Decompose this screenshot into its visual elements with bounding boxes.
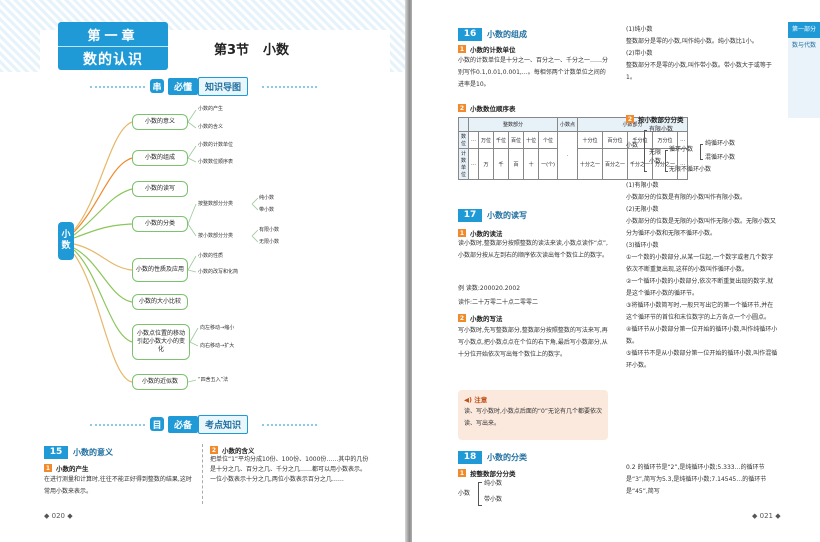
example-text: 0.2̇ 的循环节是“2”,是纯循环小数;5.333…的循环节是“3”,简写为5… xyxy=(626,464,767,495)
mindmap-leaf: 向右移动→扩大 xyxy=(200,343,235,349)
mindmap-leaf: “四舍五入”法 xyxy=(198,377,229,383)
section-17-title: 17 小数的读写 xyxy=(458,208,527,222)
page-number: ◆ 020 ◆ xyxy=(44,512,73,520)
subsection-title: 1 小数的计数单位 xyxy=(458,45,516,54)
mindmap-leaf: 小数的性质 xyxy=(198,253,224,259)
branch-decimal-meaning: 小数的意义 xyxy=(132,114,188,130)
section-15-title: 15 小数的意义 xyxy=(44,445,113,459)
body-text: 在进行测量和计算时,往往不能正好得到整数的结果,这时常用小数来表示。 xyxy=(44,476,192,495)
body-text: 写小数时,先写整数部分,整数部分按照整数的写法来写,再写小数点,把小数点点在个位… xyxy=(458,327,608,358)
class-leaf: 纯循环小数 xyxy=(705,140,736,147)
class-leaf: 混循环小数 xyxy=(705,154,736,161)
mindmap-leaf: 有限小数 xyxy=(259,227,280,233)
body-text: 读小数时,整数部分按照整数的读法来读,小数点读作“点”,小数部分按从左到右的顺序… xyxy=(458,240,609,259)
book-spread: 第一章 数的认识 第3节 小数 串 必懂 知识导图 小数 小数的意义 小数的组成 … xyxy=(0,0,820,542)
branch-decimal-approx: 小数的近似数 xyxy=(132,374,188,390)
subsection-title: 1 按整数部分分类 xyxy=(458,469,516,478)
mindmap-leaf: 无限小数 xyxy=(259,239,280,245)
note-text: 读、写小数时,小数点后面的“0”无论有几个都要依次读、写出来。 xyxy=(464,408,602,427)
class-leaf: 有限小数 xyxy=(649,126,674,133)
left-page: 第一章 数的认识 第3节 小数 串 必懂 知识导图 小数 小数的意义 小数的组成 … xyxy=(0,0,408,542)
section-16-title: 16 小数的组成 xyxy=(458,27,527,41)
branch-decimal-composition: 小数的组成 xyxy=(132,150,188,166)
page-number: ◆ 021 ◆ xyxy=(752,512,781,520)
mindmap-root: 小数 xyxy=(58,222,74,260)
branch-decimal-properties: 小数的性质及应用 xyxy=(132,258,188,282)
subsection-title: 2 小数数位顺序表 xyxy=(458,104,516,113)
class-leaf: 带小数 xyxy=(484,496,503,503)
body-text: (1)有限小数 小数部分的位数是有限的小数叫作有限小数。 (2)无限小数 小数部… xyxy=(626,182,778,369)
class-root: 小数 xyxy=(626,142,639,149)
book-icon: 目 xyxy=(150,417,164,431)
body-text: 小数的计数单位是十分之一、百分之一、千分之一……分别写作0.1,0.01,0.0… xyxy=(458,57,609,88)
class-leaf: 无限不循环小数 xyxy=(669,166,712,173)
example-answer: 读作:二十万零二十点二零零二 xyxy=(458,299,539,306)
mindmap-leaf: 小数的改写和化简 xyxy=(198,269,239,275)
class-leaf: 循环小数 xyxy=(669,146,694,153)
key-points-banner: 目 必备 考点知识 xyxy=(150,414,249,434)
class-leaf: 无限小数 xyxy=(649,149,662,165)
mindmap-leaf: 向左移动→缩小 xyxy=(200,325,235,331)
subsection-title: 2 小数的写法 xyxy=(458,314,503,323)
mindmap-leaf: 小数的计数单位 xyxy=(198,142,234,148)
mindmap-leaf: 按小数部分分类 xyxy=(198,233,234,239)
mindmap-leaf: 带小数 xyxy=(259,207,275,213)
subsection-title: 2 按小数部分分类 xyxy=(626,115,684,124)
branch-decimal-point-move: 小数点位置的移动引起小数大小的变化 xyxy=(132,324,190,360)
branch-decimal-compare: 小数的大小比较 xyxy=(132,294,188,310)
section-18-title: 18 小数的分类 xyxy=(458,450,527,464)
mindmap-leaf: 纯小数 xyxy=(259,195,275,201)
mindmap-leaf: 小数数位顺序表 xyxy=(198,159,234,165)
part-tab: 第一部分 数与代数 xyxy=(788,22,820,118)
body-text: (1)纯小数 整数部分是零的小数,叫作纯小数。纯小数比1小。 (2)带小数 整数… xyxy=(626,26,772,81)
mindmap-leaf: 小数的产生 xyxy=(198,106,224,112)
branch-decimal-read-write: 小数的读写 xyxy=(132,181,188,197)
note-box: ◀) 注意 读、写小数时,小数点后面的“0”无论有几个都要依次读、写出来。 xyxy=(458,390,608,440)
example-text: 例 读数:200020.2002 xyxy=(458,285,521,292)
subsection-title: 1 小数的读法 xyxy=(458,229,503,238)
branch-decimal-classification: 小数的分类 xyxy=(132,216,188,232)
body-text: 把单位“1”平均分成10份、100份、1000份……其中的几份是十分之几、百分之… xyxy=(210,456,369,483)
class-leaf: 纯小数 xyxy=(484,480,503,487)
subsection-title: 1 小数的产生 xyxy=(44,464,89,473)
mindmap-leaf: 按整数部分分类 xyxy=(198,201,234,207)
speaker-icon: ◀) xyxy=(464,396,472,404)
mindmap-leaf: 小数的含义 xyxy=(198,124,224,130)
class-root: 小数 xyxy=(458,490,471,497)
subsection-title: 2 小数的含义 xyxy=(210,446,255,455)
